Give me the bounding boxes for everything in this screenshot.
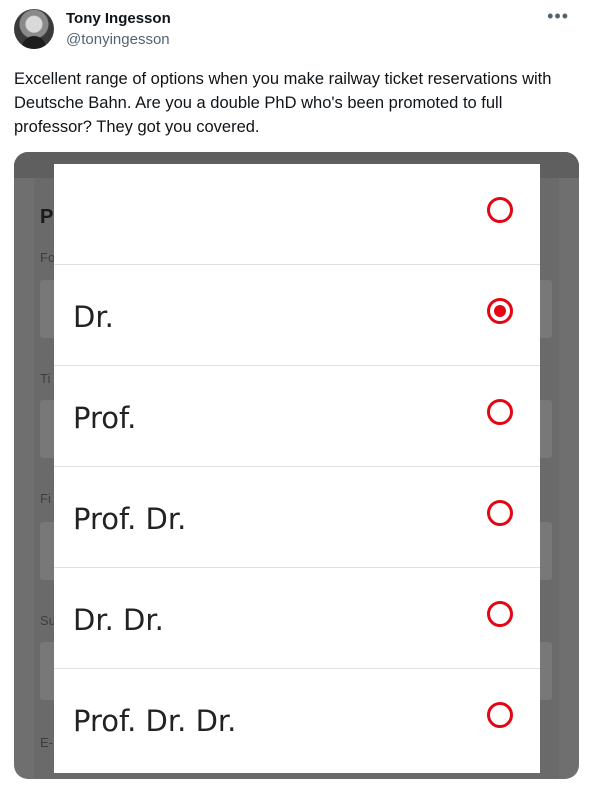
option-label: Dr. — [73, 300, 114, 334]
title-option-dr-dr[interactable]: Dr. Dr. — [54, 568, 540, 669]
radio-button-selected-icon[interactable] — [487, 298, 513, 324]
background-field-label: Fo — [40, 250, 56, 265]
author-avatar[interactable] — [14, 9, 54, 49]
title-option-empty[interactable] — [54, 164, 540, 265]
background-field-label: E- — [40, 735, 53, 750]
author-name[interactable]: Tony Ingesson — [66, 10, 171, 27]
radio-button-icon[interactable] — [487, 399, 513, 425]
tweet-text: Excellent range of options when you make… — [14, 70, 552, 136]
radio-button-icon[interactable] — [487, 197, 513, 223]
radio-button-icon[interactable] — [487, 500, 513, 526]
tweet-media-screenshot[interactable]: P Fo Ti Fi Su E- Dr. Prof. Prof. Dr. Dr.… — [14, 152, 579, 779]
title-selection-dialog: Dr. Prof. Prof. Dr. Dr. Dr. Prof. Dr. Dr… — [54, 164, 540, 773]
option-label: Prof. Dr. Dr. — [73, 704, 237, 738]
background-field-label: Ti — [40, 371, 51, 386]
title-option-prof[interactable]: Prof. — [54, 366, 540, 467]
background-field-label: Fi — [40, 491, 51, 506]
title-option-prof-dr[interactable]: Prof. Dr. — [54, 467, 540, 568]
option-label: Prof. Dr. — [73, 502, 187, 536]
radio-button-icon[interactable] — [487, 601, 513, 627]
option-label: Prof. — [73, 401, 137, 435]
radio-button-icon[interactable] — [487, 702, 513, 728]
more-options-icon[interactable]: ••• — [547, 6, 569, 27]
title-option-prof-dr-dr[interactable]: Prof. Dr. Dr. — [54, 669, 540, 770]
author-handle[interactable]: @tonyingesson — [66, 31, 170, 48]
option-label: Dr. Dr. — [73, 603, 164, 637]
background-form-title: P — [40, 206, 54, 228]
title-option-dr[interactable]: Dr. — [54, 265, 540, 366]
